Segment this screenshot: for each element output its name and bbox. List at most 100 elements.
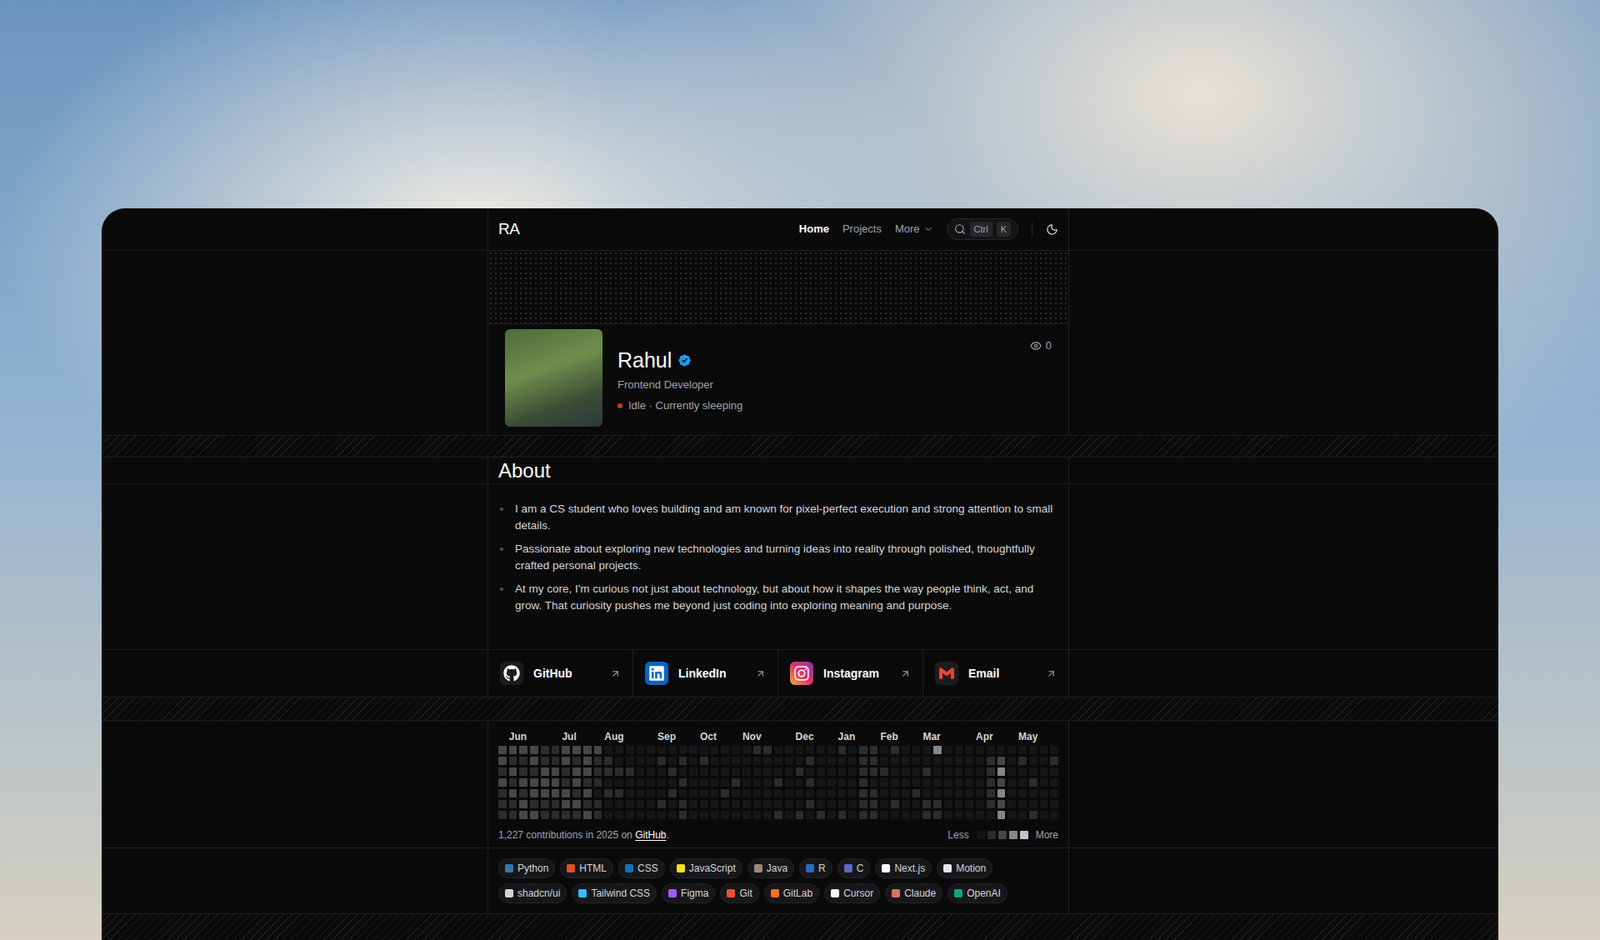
day-cell[interactable]: [646, 810, 655, 820]
day-cell[interactable]: [594, 778, 603, 787]
day-cell[interactable]: [572, 745, 581, 755]
day-cell[interactable]: [594, 767, 603, 776]
day-cell[interactable]: [498, 789, 507, 798]
day-cell[interactable]: [838, 756, 847, 765]
day-cell[interactable]: [955, 756, 964, 765]
day-cell[interactable]: [731, 756, 740, 765]
day-cell[interactable]: [859, 810, 868, 820]
day-cell[interactable]: [561, 810, 570, 820]
day-cell[interactable]: [986, 800, 995, 809]
day-cell[interactable]: [625, 778, 635, 787]
day-cell[interactable]: [604, 800, 613, 809]
day-cell[interactable]: [1029, 745, 1038, 755]
day-cell[interactable]: [763, 778, 772, 787]
day-cell[interactable]: [657, 778, 666, 787]
day-cell[interactable]: [636, 778, 645, 787]
day-cell[interactable]: [944, 745, 953, 755]
day-cell[interactable]: [922, 756, 931, 765]
day-cell[interactable]: [944, 789, 953, 798]
day-cell[interactable]: [827, 789, 836, 798]
day-cell[interactable]: [805, 756, 815, 765]
day-cell[interactable]: [551, 810, 560, 820]
day-cell[interactable]: [1050, 756, 1059, 765]
day-cell[interactable]: [561, 789, 570, 798]
day-cell[interactable]: [986, 756, 995, 765]
day-cell[interactable]: [594, 800, 603, 809]
day-cell[interactable]: [763, 789, 772, 798]
day-cell[interactable]: [838, 800, 847, 809]
day-cell[interactable]: [880, 810, 889, 820]
day-cell[interactable]: [986, 745, 995, 755]
day-cell[interactable]: [689, 756, 698, 765]
day-cell[interactable]: [774, 767, 783, 776]
day-cell[interactable]: [572, 800, 581, 809]
day-cell[interactable]: [774, 789, 783, 798]
day-cell[interactable]: [1007, 778, 1016, 787]
day-cell[interactable]: [880, 800, 889, 809]
day-cell[interactable]: [731, 789, 740, 798]
day-cell[interactable]: [890, 789, 900, 798]
day-cell[interactable]: [689, 800, 698, 809]
day-cell[interactable]: [805, 778, 815, 787]
day-cell[interactable]: [763, 767, 772, 776]
day-cell[interactable]: [848, 789, 857, 798]
day-cell[interactable]: [880, 789, 889, 798]
day-cell[interactable]: [519, 756, 528, 765]
day-cell[interactable]: [572, 789, 581, 798]
day-cell[interactable]: [710, 745, 720, 755]
day-cell[interactable]: [785, 800, 794, 809]
day-cell[interactable]: [848, 800, 857, 809]
day-cell[interactable]: [848, 810, 857, 820]
social-link[interactable]: Instagram: [778, 650, 924, 697]
day-cell[interactable]: [657, 756, 666, 765]
day-cell[interactable]: [604, 778, 613, 787]
day-cell[interactable]: [540, 767, 550, 776]
day-cell[interactable]: [890, 745, 900, 755]
day-cell[interactable]: [519, 745, 528, 755]
day-cell[interactable]: [880, 778, 889, 787]
day-cell[interactable]: [1018, 800, 1027, 809]
day-cell[interactable]: [720, 800, 730, 809]
day-cell[interactable]: [763, 810, 772, 820]
day-cell[interactable]: [572, 778, 581, 787]
day-cell[interactable]: [646, 789, 655, 798]
day-cell[interactable]: [912, 756, 921, 765]
day-cell[interactable]: [774, 778, 783, 787]
day-cell[interactable]: [700, 778, 709, 787]
day-cell[interactable]: [572, 756, 581, 765]
day-cell[interactable]: [997, 767, 1006, 776]
day-cell[interactable]: [774, 745, 783, 755]
day-cell[interactable]: [795, 810, 805, 820]
day-cell[interactable]: [1040, 810, 1049, 820]
day-cell[interactable]: [530, 810, 539, 820]
day-cell[interactable]: [657, 745, 666, 755]
social-link[interactable]: GitHub: [488, 650, 634, 697]
day-cell[interactable]: [838, 767, 847, 776]
day-cell[interactable]: [720, 756, 730, 765]
day-cell[interactable]: [838, 789, 847, 798]
day-cell[interactable]: [720, 789, 730, 798]
day-cell[interactable]: [561, 767, 570, 776]
day-cell[interactable]: [859, 778, 868, 787]
day-cell[interactable]: [1040, 745, 1049, 755]
day-cell[interactable]: [785, 778, 794, 787]
day-cell[interactable]: [753, 789, 762, 798]
day-cell[interactable]: [1040, 778, 1049, 787]
day-cell[interactable]: [540, 789, 550, 798]
day-cell[interactable]: [731, 800, 740, 809]
nav-link[interactable]: Home: [799, 220, 830, 238]
day-cell[interactable]: [1040, 789, 1049, 798]
day-cell[interactable]: [689, 789, 698, 798]
day-cell[interactable]: [753, 778, 762, 787]
day-cell[interactable]: [540, 745, 550, 755]
day-cell[interactable]: [997, 778, 1006, 787]
day-cell[interactable]: [561, 756, 570, 765]
day-cell[interactable]: [583, 767, 592, 776]
day-cell[interactable]: [890, 800, 900, 809]
day-cell[interactable]: [646, 778, 655, 787]
day-cell[interactable]: [498, 810, 507, 820]
day-cell[interactable]: [859, 800, 868, 809]
day-cell[interactable]: [1007, 767, 1016, 776]
github-link[interactable]: GitHub: [635, 829, 666, 841]
day-cell[interactable]: [551, 789, 560, 798]
